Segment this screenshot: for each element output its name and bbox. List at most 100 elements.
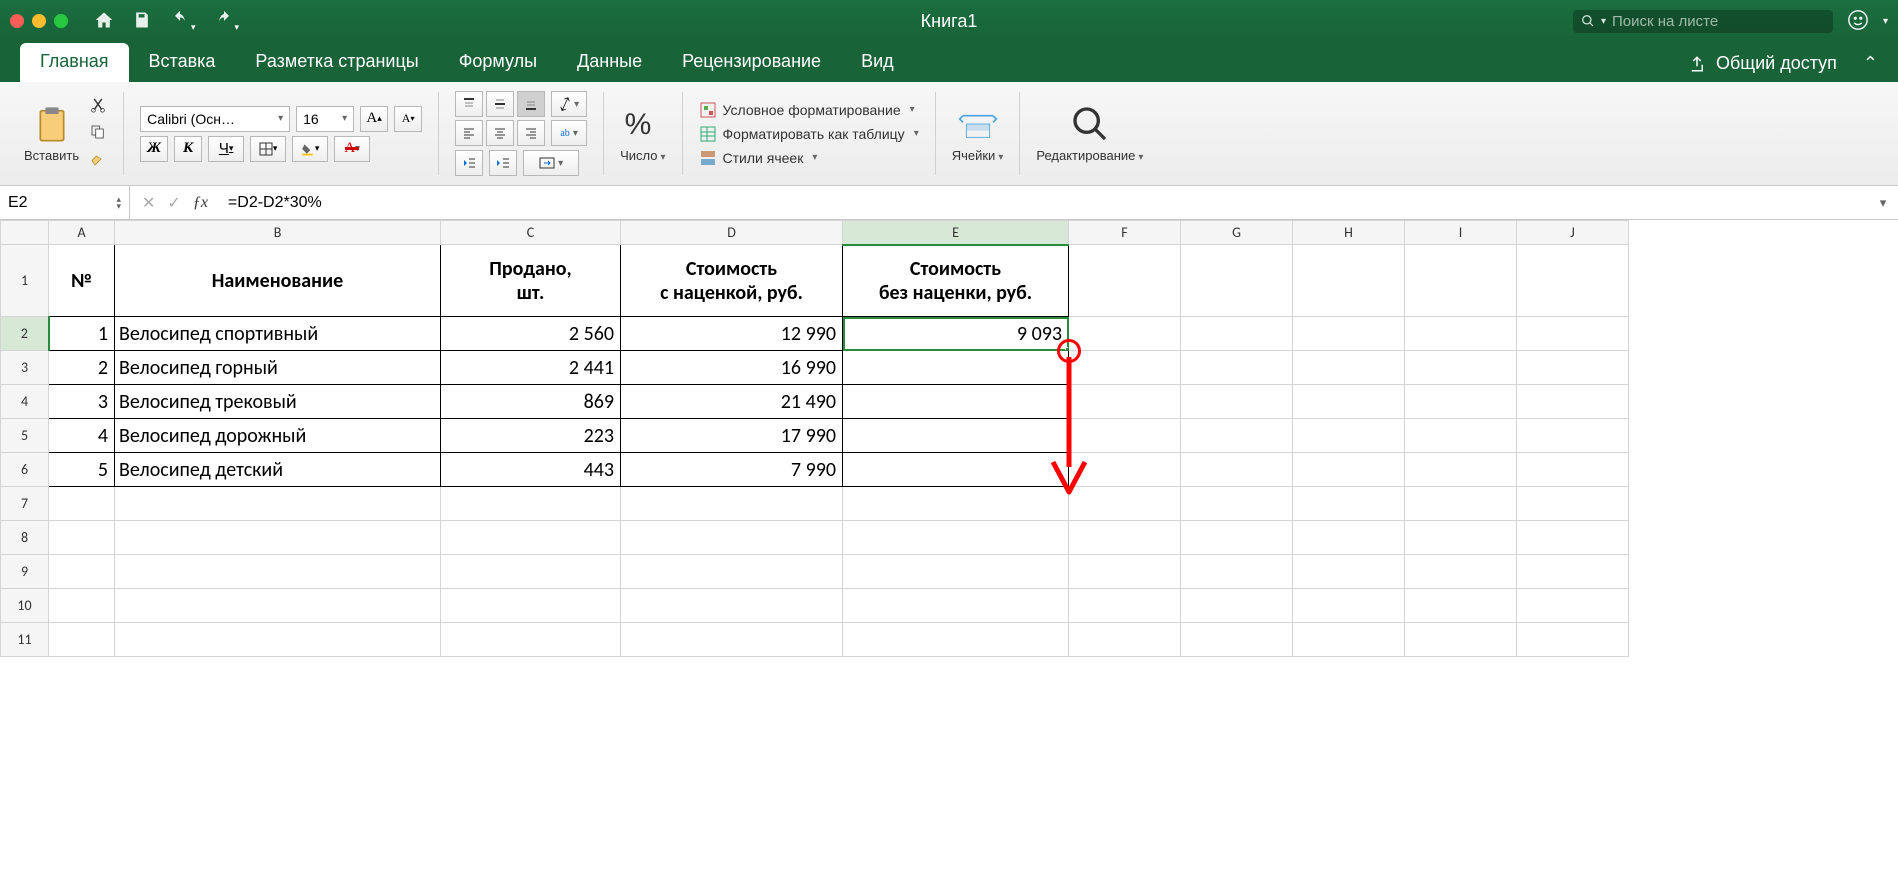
cell-E3[interactable] — [843, 351, 1069, 385]
format-as-table-button[interactable]: Форматировать как таблицу — [699, 125, 919, 143]
cell-I5[interactable] — [1405, 419, 1517, 453]
formula-input[interactable]: =D2-D2*30% — [220, 194, 1868, 212]
home-icon[interactable] — [94, 10, 114, 33]
cell-J1[interactable] — [1517, 245, 1629, 317]
column-header-I[interactable]: I — [1405, 221, 1517, 245]
tab-data[interactable]: Данные — [557, 43, 662, 82]
column-header-G[interactable]: G — [1181, 221, 1293, 245]
cell-C9[interactable] — [441, 555, 621, 589]
row-header-10[interactable]: 10 — [1, 589, 49, 623]
cell-J7[interactable] — [1517, 487, 1629, 521]
cell-E6[interactable] — [843, 453, 1069, 487]
cell-J10[interactable] — [1517, 589, 1629, 623]
save-icon[interactable] — [132, 10, 152, 33]
maximize-window-button[interactable] — [54, 14, 68, 28]
orientation-button[interactable]: ⤢ — [551, 91, 587, 117]
cell-A11[interactable] — [49, 623, 115, 657]
cell-I8[interactable] — [1405, 521, 1517, 555]
cell-B11[interactable] — [115, 623, 441, 657]
tab-insert[interactable]: Вставка — [129, 43, 236, 82]
chevron-down-icon[interactable]: ▾ — [1883, 16, 1888, 27]
collapse-ribbon-icon[interactable]: ⌃ — [1863, 53, 1878, 74]
align-bottom-button[interactable] — [517, 91, 545, 117]
cell-H10[interactable] — [1293, 589, 1405, 623]
cell-E4[interactable] — [843, 385, 1069, 419]
cell-G10[interactable] — [1181, 589, 1293, 623]
cell-B4[interactable]: Велосипед трековый — [115, 385, 441, 419]
font-name-select[interactable]: Calibri (Осн…▾ — [140, 106, 290, 132]
smiley-icon[interactable] — [1847, 9, 1869, 34]
column-header-B[interactable]: B — [115, 221, 441, 245]
cell-G7[interactable] — [1181, 487, 1293, 521]
editing-button[interactable]: Редактирование — [1036, 104, 1143, 163]
sheet-search-input[interactable]: ▾ Поиск на листе — [1573, 10, 1833, 33]
cell-A10[interactable] — [49, 589, 115, 623]
cell-C6[interactable]: 443 — [441, 453, 621, 487]
cell-A2[interactable]: 1 — [49, 317, 115, 351]
cell-J3[interactable] — [1517, 351, 1629, 385]
cell-D8[interactable] — [621, 521, 843, 555]
cell-styles-button[interactable]: Стили ячеек — [699, 149, 919, 167]
cell-I7[interactable] — [1405, 487, 1517, 521]
cell-D2[interactable]: 12 990 — [621, 317, 843, 351]
cell-A5[interactable]: 4 — [49, 419, 115, 453]
wrap-text-button[interactable]: ab — [551, 120, 587, 146]
cell-B10[interactable] — [115, 589, 441, 623]
redo-button[interactable] — [214, 10, 240, 33]
bold-button[interactable]: Ж — [140, 136, 168, 162]
cell-H6[interactable] — [1293, 453, 1405, 487]
align-right-button[interactable] — [517, 120, 545, 146]
row-header-2[interactable]: 2 — [1, 317, 49, 351]
cell-D10[interactable] — [621, 589, 843, 623]
underline-button[interactable]: Ч ▾ — [208, 136, 244, 162]
expand-formula-bar-icon[interactable]: ▾ — [1868, 195, 1898, 211]
cell-B8[interactable] — [115, 521, 441, 555]
cell-B6[interactable]: Велосипед детский — [115, 453, 441, 487]
cell-I9[interactable] — [1405, 555, 1517, 589]
align-top-button[interactable] — [455, 91, 483, 117]
format-painter-icon[interactable] — [89, 150, 107, 171]
cell-D9[interactable] — [621, 555, 843, 589]
column-header-A[interactable]: A — [49, 221, 115, 245]
align-center-button[interactable] — [486, 120, 514, 146]
cell-A9[interactable] — [49, 555, 115, 589]
cell-H7[interactable] — [1293, 487, 1405, 521]
decrease-indent-button[interactable] — [455, 150, 483, 176]
cell-J5[interactable] — [1517, 419, 1629, 453]
cell-E11[interactable] — [843, 623, 1069, 657]
close-window-button[interactable] — [10, 14, 24, 28]
fill-handle[interactable] — [1065, 347, 1069, 351]
cells-button[interactable]: Ячейки — [952, 104, 1004, 163]
cell-F10[interactable] — [1069, 589, 1181, 623]
cell-F2[interactable] — [1069, 317, 1181, 351]
cell-G5[interactable] — [1181, 419, 1293, 453]
name-box[interactable]: E2 ▴▾ — [0, 186, 130, 219]
share-button[interactable]: Общий доступ — [1716, 53, 1837, 74]
cell-D7[interactable] — [621, 487, 843, 521]
cell-H1[interactable] — [1293, 245, 1405, 317]
cell-H4[interactable] — [1293, 385, 1405, 419]
cell-I2[interactable] — [1405, 317, 1517, 351]
cell-G11[interactable] — [1181, 623, 1293, 657]
decrease-font-button[interactable]: A▾ — [394, 106, 422, 132]
fill-color-button[interactable]: ▾ — [292, 136, 328, 162]
column-header-J[interactable]: J — [1517, 221, 1629, 245]
cell-F1[interactable] — [1069, 245, 1181, 317]
align-left-button[interactable] — [455, 120, 483, 146]
spreadsheet-grid[interactable]: ABCDEFGHIJ1№НаименованиеПродано,шт.Стоим… — [0, 220, 1898, 657]
cell-B7[interactable] — [115, 487, 441, 521]
cell-F7[interactable] — [1069, 487, 1181, 521]
cell-A7[interactable] — [49, 487, 115, 521]
cell-B2[interactable]: Велосипед спортивный — [115, 317, 441, 351]
cell-F11[interactable] — [1069, 623, 1181, 657]
cell-B1[interactable]: Наименование — [115, 245, 441, 317]
cell-G6[interactable] — [1181, 453, 1293, 487]
cell-E5[interactable] — [843, 419, 1069, 453]
column-header-D[interactable]: D — [621, 221, 843, 245]
cell-C7[interactable] — [441, 487, 621, 521]
cell-I10[interactable] — [1405, 589, 1517, 623]
cell-E10[interactable] — [843, 589, 1069, 623]
row-header-6[interactable]: 6 — [1, 453, 49, 487]
minimize-window-button[interactable] — [32, 14, 46, 28]
tab-home[interactable]: Главная — [20, 43, 129, 82]
